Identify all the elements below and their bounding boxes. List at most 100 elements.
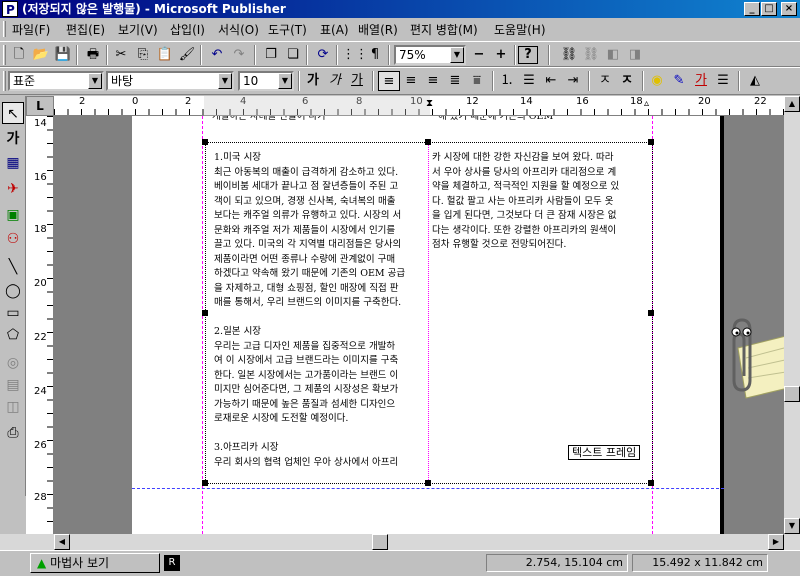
underline-icon[interactable]: 가 [346, 71, 368, 91]
zoom-select[interactable]: 75% ▼ [394, 45, 466, 65]
horizontal-ruler[interactable]: 2 0 2 4 6 8 10 12 14 16 18 20 22 ⧗ ▵ [54, 96, 784, 116]
link-frames-icon[interactable]: ⛓ [558, 45, 580, 65]
menu-grip[interactable] [3, 21, 6, 37]
horizontal-scrollbar[interactable]: ◀ ▶ [0, 534, 800, 550]
unlink-frames-icon[interactable]: ⛓ [580, 45, 602, 65]
selection-handle[interactable] [202, 139, 208, 145]
next-frame-icon[interactable]: ◨ [624, 45, 646, 65]
help-icon[interactable]: ? [518, 46, 538, 64]
minimize-button[interactable]: _ [744, 2, 760, 16]
menu-tools[interactable]: 도구(T) [268, 21, 307, 38]
ruler-corner[interactable]: L [26, 96, 54, 116]
vertical-ruler[interactable]: 14 16 18 20 22 24 26 28 [26, 116, 54, 536]
align-left-icon[interactable]: ≡ [378, 71, 400, 91]
print-icon[interactable]: 🖶 [82, 45, 104, 65]
send-to-back-icon[interactable]: ❏ [282, 45, 304, 65]
scroll-right-icon[interactable]: ▶ [768, 534, 784, 550]
rotate-icon[interactable]: ⟳ [312, 45, 334, 65]
publisher-app-icon[interactable] [2, 1, 18, 19]
numbering-icon[interactable]: ⒈ [496, 71, 518, 91]
selection-handle[interactable] [425, 480, 431, 486]
selection-handle[interactable] [648, 480, 654, 486]
italic-icon[interactable]: 가 [324, 71, 346, 91]
wordart-tool-icon[interactable]: ✈ [2, 178, 24, 200]
selection-handle[interactable] [425, 139, 431, 145]
left-column-text[interactable]: 1.미국 시장 최근 아동복의 매출이 급격하게 감소하고 있다. 베이비붐 세… [214, 151, 405, 470]
show-wizard-button[interactable]: ▲ 마법사 보기 [30, 553, 160, 573]
increase-font-size-icon[interactable]: ㅈ [616, 71, 638, 91]
format-painter-icon[interactable]: 🖌 [176, 45, 198, 65]
bold-icon[interactable]: 가 [302, 71, 324, 91]
line-style-icon[interactable]: ☰ [712, 71, 734, 91]
zoom-in-button[interactable]: + [490, 45, 512, 65]
maximize-button[interactable]: □ [761, 2, 777, 16]
undo-icon[interactable]: ↶ [206, 45, 228, 65]
hot-spot-tool-icon[interactable]: ◫ [2, 396, 24, 418]
special-characters-icon[interactable]: ⋮⋮ [342, 45, 368, 65]
paste-icon[interactable]: 📋 [154, 45, 176, 65]
zoom-out-button[interactable]: − [468, 45, 490, 65]
copy-icon[interactable]: ⎘ [132, 45, 154, 65]
line-tool-icon[interactable]: ╲ [2, 256, 24, 278]
decrease-font-size-icon[interactable]: ㅈ [594, 71, 616, 91]
workspace[interactable]: 개발하는 사례를 만들어 나가 해 왔기 때문에 기존의 OEM 1.미국 시장… [54, 116, 784, 534]
align-right-icon[interactable]: ≡ [422, 71, 444, 91]
distribute-icon[interactable]: ⩸ [466, 71, 488, 91]
menu-file[interactable]: 파일(F) [12, 21, 50, 38]
picture-frame-tool-icon[interactable]: ▣ [2, 204, 24, 226]
right-column-text[interactable]: 카 시장에 대한 강한 자신감을 보여 왔다. 따라 서 우아 상사를 당사의 … [432, 151, 619, 253]
vertical-scrollbar[interactable]: ▲ ▼ [784, 96, 800, 534]
menu-mail-merge[interactable]: 편지 병합(M) [410, 21, 478, 38]
clipart-tool-icon[interactable]: ⚇ [2, 228, 24, 250]
toolbar-grip[interactable] [3, 45, 6, 65]
fill-color-icon[interactable]: ◉ [646, 71, 668, 91]
menu-view[interactable]: 보기(V) [118, 21, 158, 38]
selection-handle[interactable] [202, 310, 208, 316]
menu-help[interactable]: 도움말(H) [494, 21, 546, 38]
toolbar-grip[interactable] [3, 71, 6, 91]
save-icon[interactable]: 💾 [52, 45, 74, 65]
decrease-indent-icon[interactable]: ⇤ [540, 71, 562, 91]
pointer-tool-icon[interactable]: ↖ [2, 102, 24, 124]
previous-frame-icon[interactable]: ◧ [602, 45, 624, 65]
custom-shapes-tool-icon[interactable]: ⬠ [2, 324, 24, 346]
open-folder-icon[interactable]: 📂 [30, 45, 52, 65]
form-control-tool-icon[interactable]: ◎ [2, 352, 24, 374]
menu-format[interactable]: 서식(O) [218, 21, 259, 38]
selection-handle[interactable] [202, 480, 208, 486]
oval-tool-icon[interactable]: ◯ [2, 280, 24, 302]
menu-arrange[interactable]: 배열(R) [358, 21, 398, 38]
font-size-select[interactable]: 10 ▼ [238, 71, 294, 91]
html-code-tool-icon[interactable]: ▤ [2, 374, 24, 396]
close-button[interactable]: × [781, 2, 797, 16]
font-color-icon[interactable]: 가 [690, 71, 712, 91]
right-indent-marker-icon[interactable]: ▵ [644, 98, 649, 109]
align-center-icon[interactable]: ≡ [400, 71, 422, 91]
selection-handle[interactable] [648, 139, 654, 145]
scroll-up-icon[interactable]: ▲ [784, 96, 800, 112]
bullets-icon[interactable]: ☰ [518, 71, 540, 91]
paragraph-mark-icon[interactable]: ¶ [364, 45, 386, 65]
office-assistant-icon[interactable] [708, 318, 789, 408]
text-frame-tool-icon[interactable]: 가 [2, 128, 24, 150]
menu-table[interactable]: 표(A) [320, 21, 349, 38]
scroll-left-icon[interactable]: ◀ [54, 534, 70, 550]
justify-icon[interactable]: ≣ [444, 71, 466, 91]
menu-insert[interactable]: 삽입(I) [170, 21, 205, 38]
scroll-thumb[interactable] [784, 386, 800, 402]
bring-to-front-icon[interactable]: ❐ [260, 45, 282, 65]
scroll-down-icon[interactable]: ▼ [784, 518, 800, 534]
line-color-icon[interactable]: ✎ [668, 71, 690, 91]
publication-page[interactable]: 개발하는 사례를 만들어 나가 해 왔기 때문에 기존의 OEM 1.미국 시장… [132, 116, 724, 534]
font-select[interactable]: 바탕 ▼ [106, 71, 234, 91]
new-document-icon[interactable]: 🗋 [8, 45, 30, 65]
design-gallery-tool-icon[interactable]: ⎙ [2, 422, 24, 444]
shadow-icon[interactable]: ◭ [744, 71, 766, 91]
indent-marker-icon[interactable]: ⧗ [426, 98, 433, 109]
cut-icon[interactable]: ✂ [110, 45, 132, 65]
rectangle-tool-icon[interactable]: ▭ [2, 302, 24, 324]
menu-edit[interactable]: 편집(E) [66, 21, 105, 38]
table-frame-tool-icon[interactable]: ▦ [2, 152, 24, 174]
increase-indent-icon[interactable]: ⇥ [562, 71, 584, 91]
page-navigator[interactable]: R [164, 555, 180, 571]
